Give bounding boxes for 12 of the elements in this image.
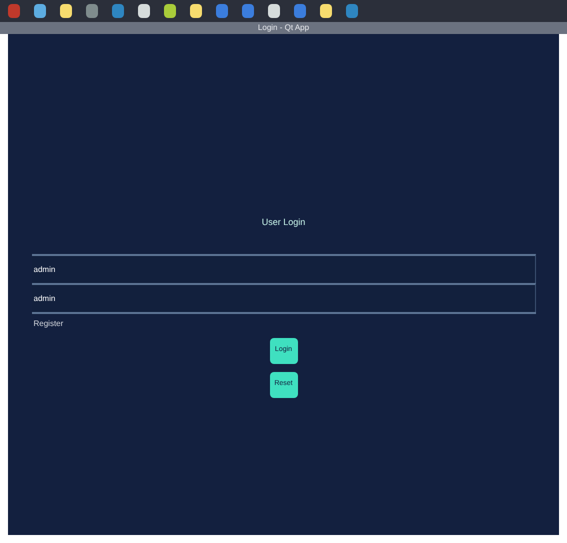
input-field[interactable]: admin <box>32 282 536 312</box>
app-icon[interactable] <box>320 4 332 18</box>
window-title: Login - Qt App <box>258 24 310 32</box>
app-icon[interactable] <box>190 4 202 18</box>
app-icon[interactable] <box>138 4 150 18</box>
app-icon[interactable] <box>34 4 46 18</box>
register-link[interactable]: Register <box>32 318 66 330</box>
app-icon[interactable] <box>268 4 280 18</box>
input-field[interactable]: admin <box>32 254 536 282</box>
app-icon[interactable] <box>60 4 72 18</box>
app-icon[interactable] <box>164 4 176 18</box>
heading: User Login <box>262 216 306 229</box>
